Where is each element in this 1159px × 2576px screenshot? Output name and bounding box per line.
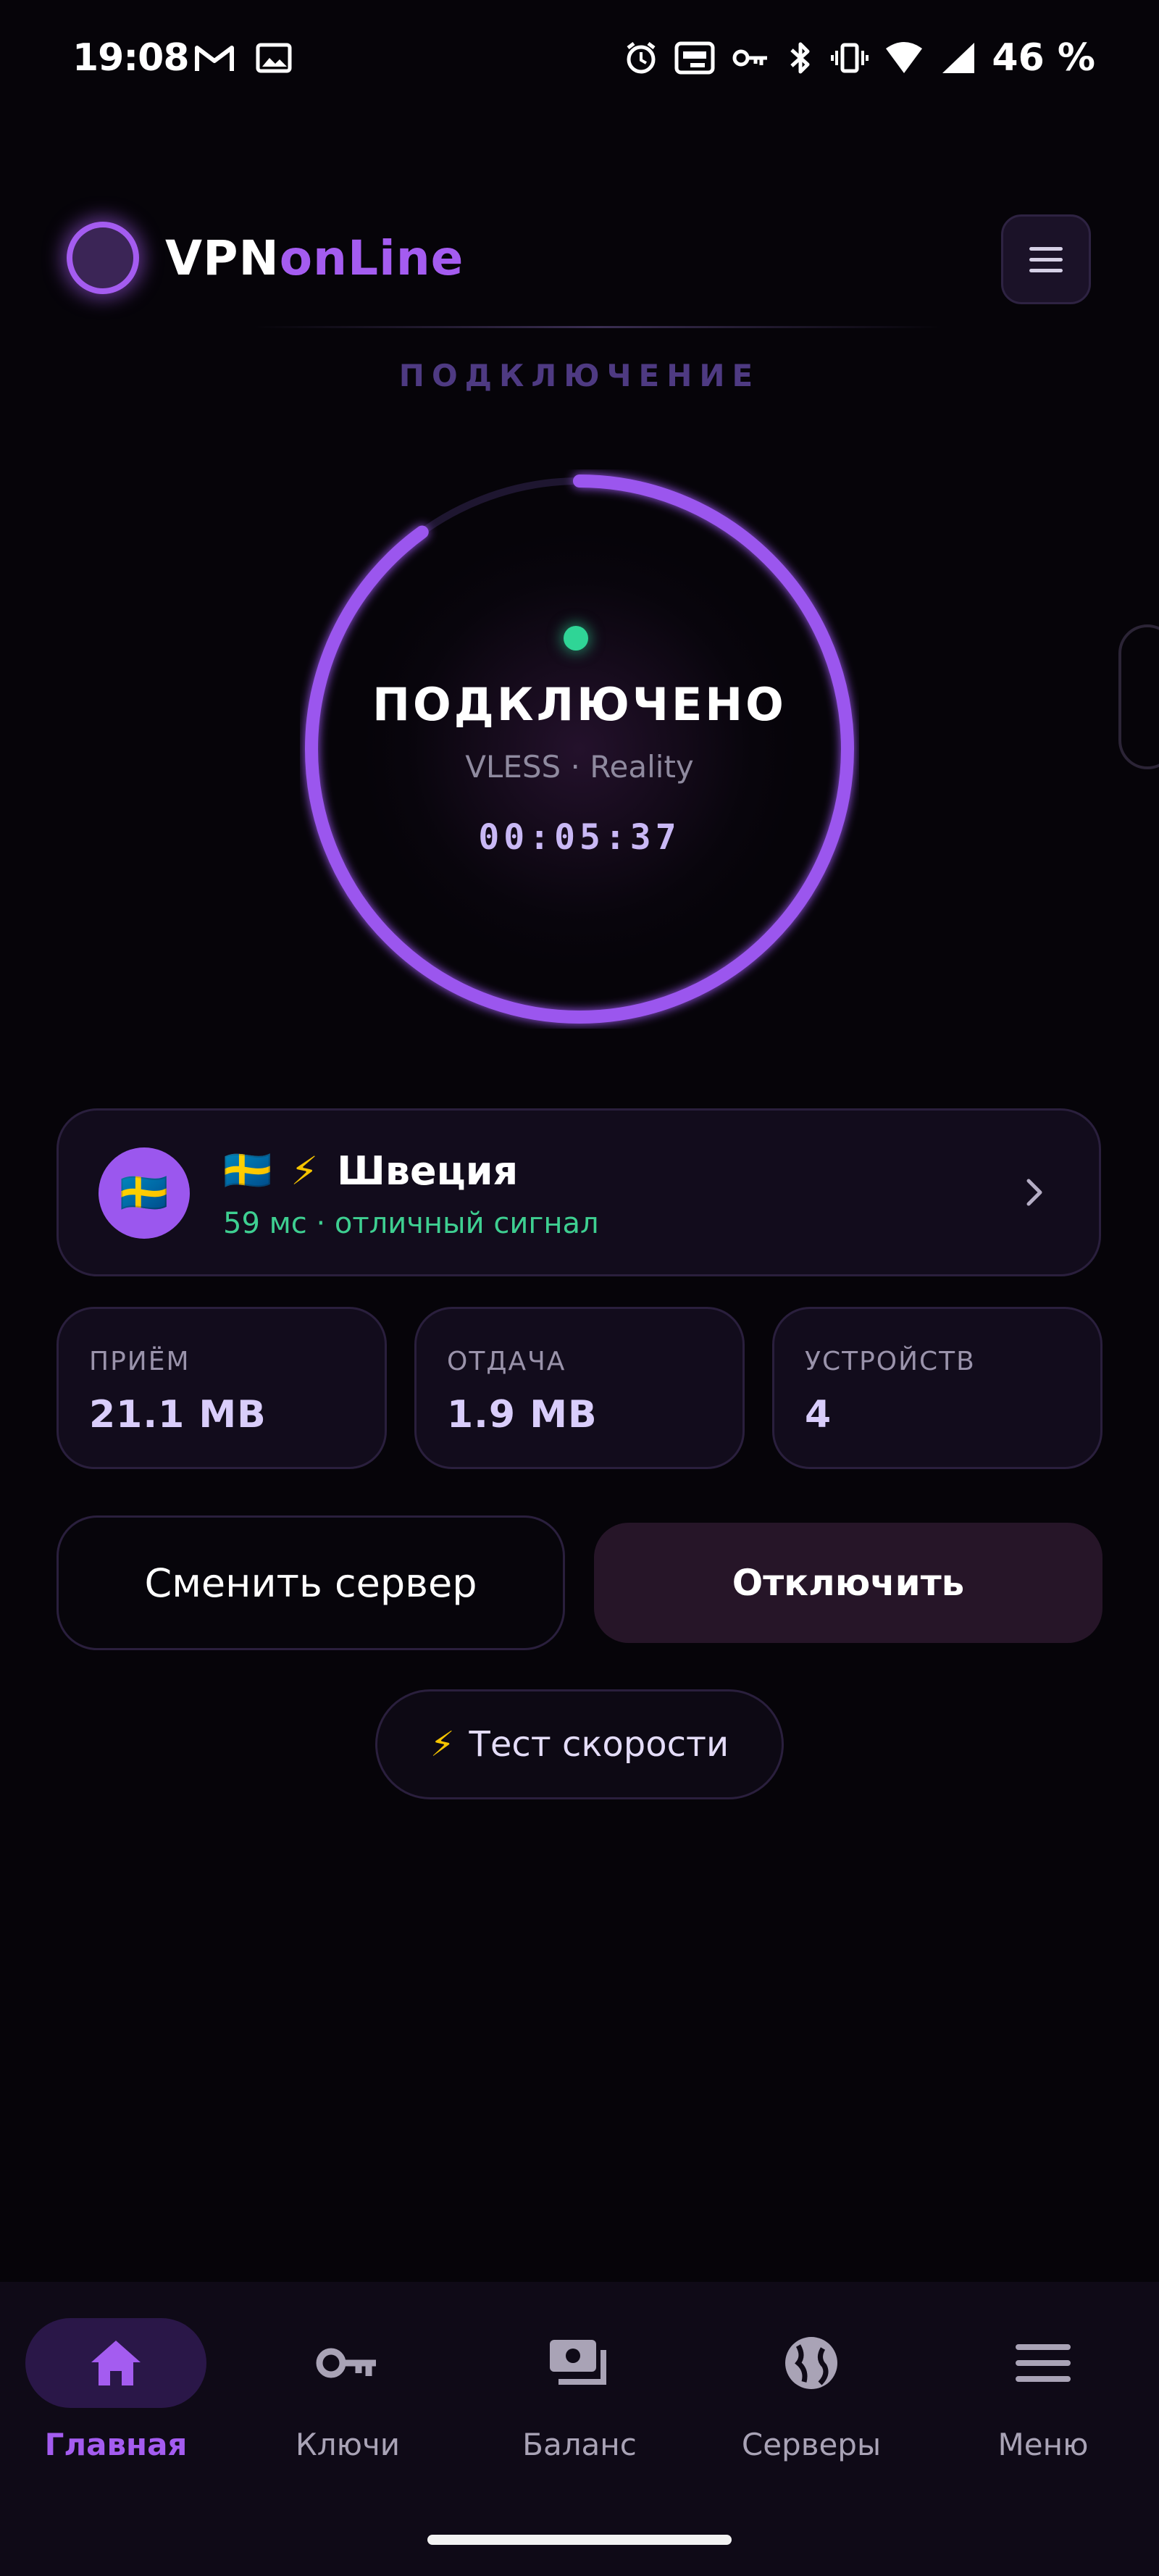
hamburger-icon-line: [1029, 246, 1063, 251]
speed-test-button[interactable]: ⚡ Тест скорости: [375, 1689, 784, 1799]
header-menu-button[interactable]: [1001, 214, 1091, 304]
auto-hz-icon: [674, 41, 715, 75]
brand-title: VPNonLine: [165, 230, 464, 286]
connection-protocol: VLESS · Reality: [465, 749, 694, 785]
connected-status-dot: [564, 626, 588, 651]
gallery-icon: [256, 43, 292, 73]
nav-label: Меню: [997, 2427, 1089, 2462]
speed-test-label: Тест скорости: [469, 1724, 729, 1765]
nav-label: Главная: [44, 2427, 188, 2462]
battery-percent: 46 %: [992, 36, 1095, 80]
nav-item-menu[interactable]: Меню: [934, 2318, 1152, 2477]
stat-devices: УСТРОЙСТВ 4: [772, 1307, 1102, 1469]
alarm-icon: [627, 42, 656, 74]
stat-label: УСТРОЙСТВ: [805, 1347, 976, 1376]
nav-pill-active: [25, 2318, 206, 2408]
hamburger-icon-line: [1029, 268, 1063, 272]
vpn-key-icon: [732, 49, 768, 67]
nav-label: Баланс: [522, 2427, 637, 2462]
sweden-flag-icon: 🇸🇪: [120, 1170, 169, 1216]
server-title: 🇸🇪 ⚡ Швеция: [223, 1147, 518, 1194]
status-left-icons: [194, 42, 293, 74]
server-country: Швеция: [337, 1147, 519, 1194]
nav-pill: [257, 2318, 438, 2408]
stat-received: ПРИЁМ 21.1 MB: [57, 1307, 387, 1469]
stat-value: 21.1 MB: [89, 1393, 267, 1437]
change-server-button[interactable]: Сменить сервер: [57, 1515, 565, 1650]
gmail-icon: [195, 46, 234, 71]
globe-icon: [785, 2337, 837, 2389]
nav-label: Серверы: [741, 2427, 882, 2462]
stat-value: 4: [805, 1393, 832, 1437]
hamburger-icon-line: [1029, 257, 1063, 262]
logo: [67, 222, 139, 294]
brand-part-vpn: VPN: [165, 230, 280, 286]
connection-status: ПОДКЛЮЧЕНО: [372, 678, 787, 731]
stat-label: ОТДАЧА: [447, 1347, 566, 1376]
server-latency: 59 мс · отличный сигнал: [223, 1207, 599, 1240]
chevron-right-icon: [1026, 1179, 1042, 1206]
menu-icon: [1016, 2344, 1071, 2382]
status-right: 46 %: [624, 36, 1095, 80]
bolt-icon: ⚡: [430, 1724, 455, 1765]
bolt-icon: ⚡: [290, 1147, 319, 1194]
stat-sent: ОТДАЧА 1.9 MB: [414, 1307, 745, 1469]
header-divider: [254, 326, 942, 328]
side-drawer-handle[interactable]: [1118, 624, 1159, 769]
nav-item-balance[interactable]: Баланс: [471, 2318, 688, 2477]
nav-label: Ключи: [295, 2427, 401, 2462]
bluetooth-icon: [790, 42, 810, 74]
brand-part-online: onLine: [279, 230, 464, 286]
signal-icon: [942, 43, 975, 73]
connection-timer: 00:05:37: [478, 817, 681, 858]
stat-label: ПРИЁМ: [89, 1347, 191, 1376]
disconnect-button[interactable]: Отключить: [594, 1523, 1102, 1643]
nav-pill: [721, 2318, 902, 2408]
server-flag-avatar: 🇸🇪: [99, 1147, 190, 1239]
home-indicator[interactable]: [427, 2535, 732, 2545]
nav-item-servers[interactable]: Серверы: [703, 2318, 920, 2477]
sweden-flag-icon: 🇸🇪: [223, 1147, 272, 1193]
nav-pill: [953, 2318, 1134, 2408]
home-icon: [91, 2341, 141, 2385]
server-card[interactable]: [57, 1108, 1101, 1276]
wallet-icon: [550, 2340, 606, 2385]
key-icon: [316, 2348, 376, 2378]
vibrate-icon: [831, 43, 869, 73]
wifi-icon: [886, 42, 923, 73]
nav-item-home[interactable]: Главная: [7, 2318, 225, 2477]
nav-item-keys[interactable]: Ключи: [239, 2318, 456, 2477]
status-time: 19:08: [72, 36, 190, 80]
stat-value: 1.9 MB: [447, 1393, 598, 1437]
nav-pill: [489, 2318, 670, 2408]
section-label: ПОДКЛЮЧЕНИЕ: [398, 358, 761, 393]
